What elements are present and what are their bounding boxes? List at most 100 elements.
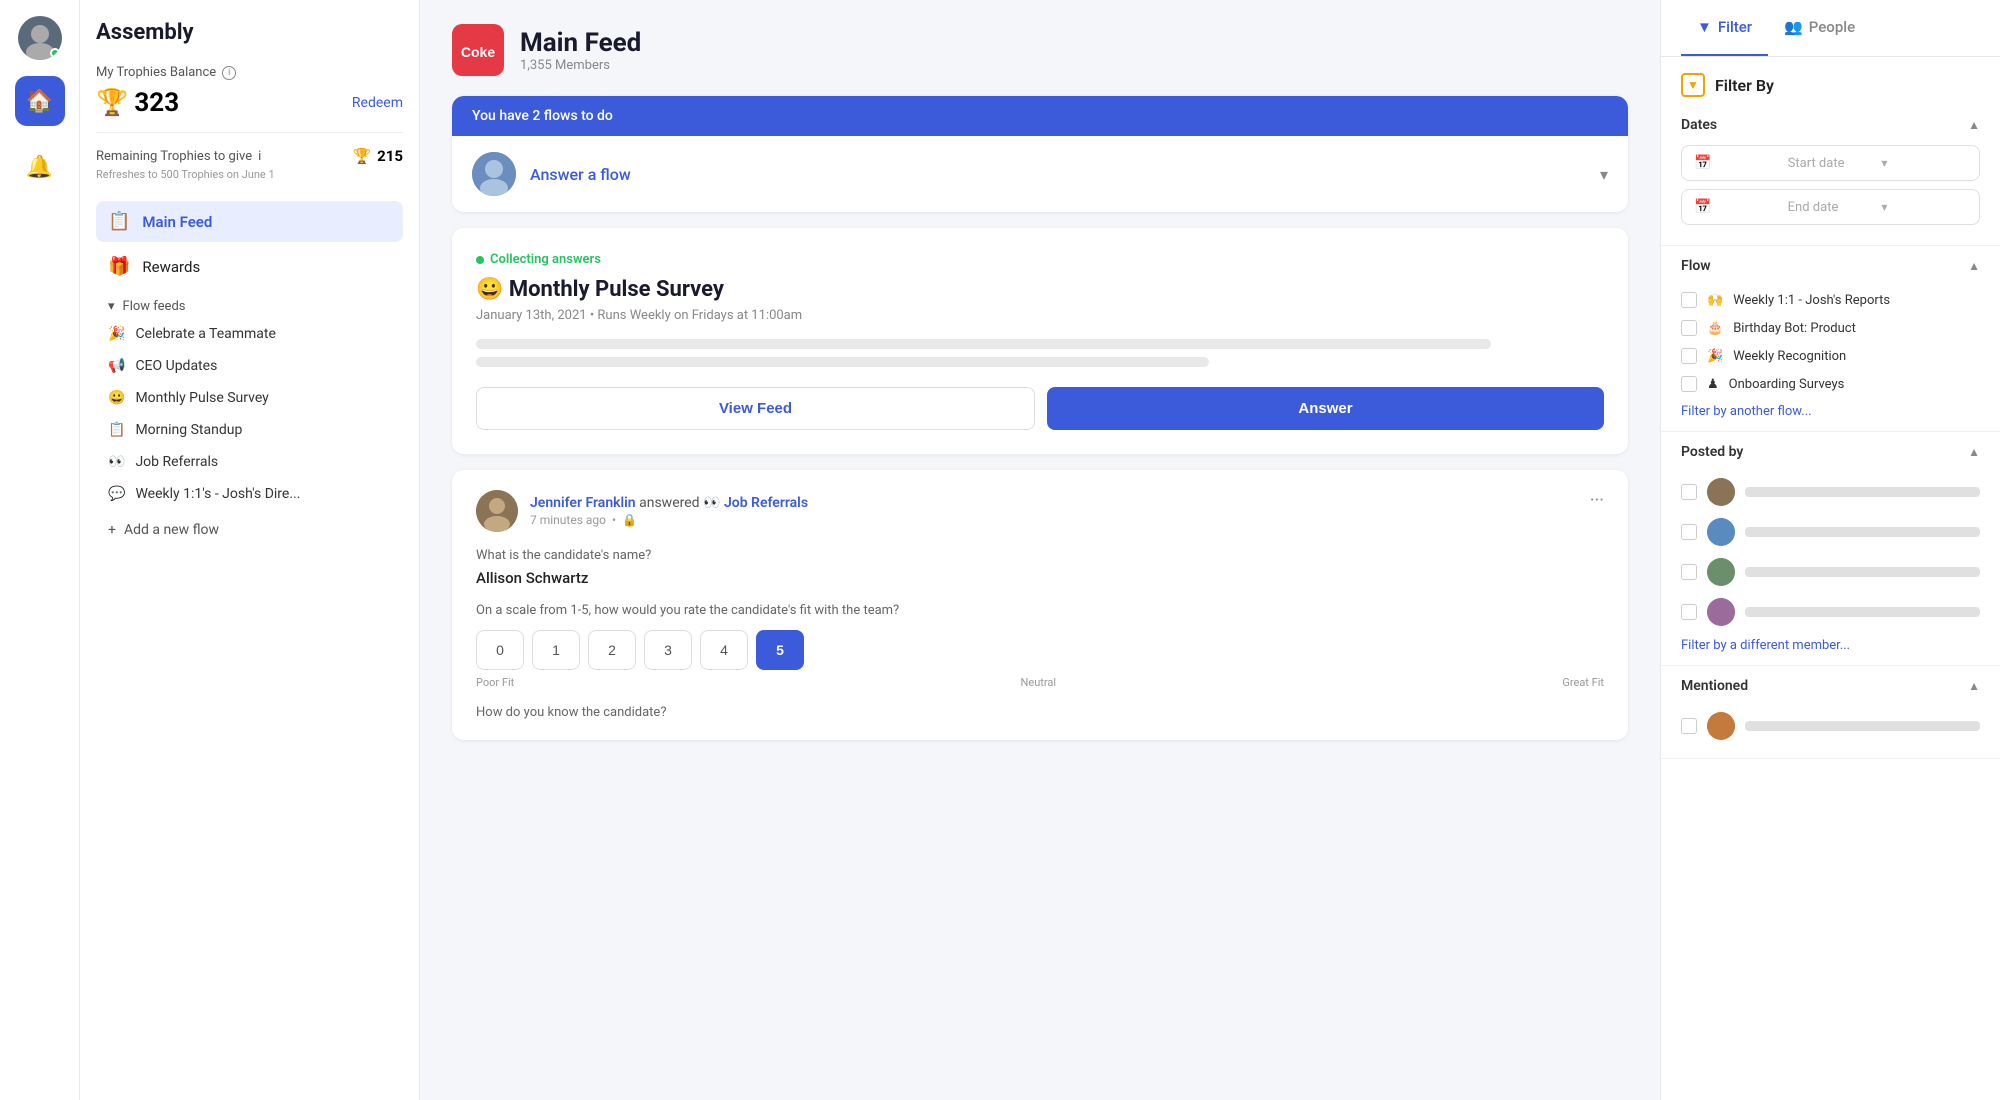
posted-by-person-1[interactable] xyxy=(1681,472,1980,512)
filter-icon: ▼ xyxy=(1697,18,1712,36)
redeem-link[interactable]: Redeem xyxy=(352,95,403,111)
flow-todo-card: You have 2 flows to do Answer a flow ▾ xyxy=(452,96,1628,212)
main-content: Coke Main Feed 1,355 Members You have 2 … xyxy=(420,0,1660,1100)
flow-job-referrals[interactable]: 👀 Job Referrals xyxy=(96,446,403,478)
post-more-button[interactable]: ··· xyxy=(1590,490,1604,511)
person-2-avatar xyxy=(1707,518,1735,546)
nav-main-feed[interactable]: 📋 Main Feed xyxy=(96,201,403,242)
right-panel: ▼ Filter 👥 People ▼ Filter By Dates ▲ 📅 … xyxy=(1660,0,2000,1100)
checkbox-person-2[interactable] xyxy=(1681,524,1697,540)
remaining-info-icon[interactable]: i xyxy=(258,149,261,164)
post-question-1: What is the candidate's name? xyxy=(476,548,1604,563)
mentioned-header: Mentioned ▲ xyxy=(1681,678,1980,694)
chevron-down-icon[interactable]: ▾ xyxy=(1600,165,1608,184)
nav-rewards[interactable]: 🎁 Rewards xyxy=(96,246,403,287)
answer-flow-button[interactable]: Answer a flow xyxy=(530,165,1586,184)
post-question-2: On a scale from 1-5, how would you rate … xyxy=(476,603,1604,618)
person-4-name xyxy=(1745,607,1980,617)
posted-by-person-3[interactable] xyxy=(1681,552,1980,592)
post-question-3: How do you know the candidate? xyxy=(476,705,1604,720)
flow-feeds-header[interactable]: ▾ Flow feeds xyxy=(96,291,403,318)
tab-people[interactable]: 👥 People xyxy=(1768,0,1871,56)
person-3-avatar xyxy=(1707,558,1735,586)
rating-labels: Poor Fit Neutral Great Fit xyxy=(476,676,1604,689)
trophies-balance-row: 🏆 323 Redeem xyxy=(96,88,403,118)
checkbox-person-1[interactable] xyxy=(1681,484,1697,500)
posted-by-person-4[interactable] xyxy=(1681,592,1980,632)
mentioned-collapse-icon[interactable]: ▲ xyxy=(1968,679,1980,693)
post-author-info: Jennifer Franklin answered 👀 Job Referra… xyxy=(530,495,808,527)
mentioned-filter-section: Mentioned ▲ xyxy=(1661,666,2000,759)
rating-btn-3[interactable]: 3 xyxy=(644,630,692,670)
svg-text:Coke: Coke xyxy=(461,44,495,60)
tab-filter[interactable]: ▼ Filter xyxy=(1681,0,1768,56)
posted-by-collapse-icon[interactable]: ▲ xyxy=(1968,445,1980,459)
home-nav-icon[interactable]: 🏠 xyxy=(15,76,65,126)
post-flow-link[interactable]: Job Referrals xyxy=(724,495,808,511)
person-1-avatar xyxy=(1707,478,1735,506)
flow-ceo[interactable]: 📢 CEO Updates xyxy=(96,350,403,382)
user-avatar[interactable] xyxy=(18,16,62,60)
author-name-link[interactable]: Jennifer Franklin xyxy=(530,495,636,511)
feed-header: Coke Main Feed 1,355 Members xyxy=(420,0,1660,96)
flow-filter-weekly11[interactable]: 🙌 Weekly 1:1 - Josh's Reports xyxy=(1681,286,1980,314)
flow-todo-item: Answer a flow ▾ xyxy=(452,136,1628,212)
brand-name: Assembly xyxy=(96,20,403,45)
bell-nav-icon[interactable]: 🔔 xyxy=(15,142,65,192)
icon-bar: 🏠 🔔 xyxy=(0,0,80,1100)
rating-btn-4[interactable]: 4 xyxy=(700,630,748,670)
flow-filter-weekly-recognition[interactable]: 🎉 Weekly Recognition xyxy=(1681,342,1980,370)
add-flow-button[interactable]: + Add a new flow xyxy=(96,514,403,546)
trophies-info-icon[interactable]: i xyxy=(222,66,236,80)
checkbox-birthday[interactable] xyxy=(1681,320,1697,336)
feed-logo: Coke xyxy=(452,24,504,76)
flow-weekly-11[interactable]: 💬 Weekly 1:1's - Josh's Dire... xyxy=(96,478,403,510)
flow-header: Flow ▲ xyxy=(1681,258,1980,274)
checkbox-mentioned-1[interactable] xyxy=(1681,718,1697,734)
view-feed-button[interactable]: View Feed xyxy=(476,387,1035,430)
start-date-input[interactable]: 📅 Start date ▾ xyxy=(1681,145,1980,181)
rating-btn-0[interactable]: 0 xyxy=(476,630,524,670)
end-date-input[interactable]: 📅 End date ▾ xyxy=(1681,189,1980,225)
survey-line-1 xyxy=(476,339,1491,349)
dates-filter-section: Dates ▲ 📅 Start date ▾ 📅 End date ▾ xyxy=(1661,105,2000,246)
trophies-balance-label: My Trophies Balance i xyxy=(96,65,403,80)
remaining-refresh-text: Refreshes to 500 Trophies on June 1 xyxy=(96,168,403,181)
person-2-name xyxy=(1745,527,1980,537)
rating-btn-1[interactable]: 1 xyxy=(532,630,580,670)
filter-another-flow-link[interactable]: Filter by another flow... xyxy=(1681,404,1980,419)
rating-btn-5[interactable]: 5 xyxy=(756,630,804,670)
chevron-down-icon: ▾ xyxy=(108,299,115,314)
flow-filter-birthday[interactable]: 🎂 Birthday Bot: Product xyxy=(1681,314,1980,342)
filter-by-header: ▼ Filter By xyxy=(1661,57,2000,105)
mentioned-person-1[interactable] xyxy=(1681,706,1980,746)
answer-survey-button[interactable]: Answer xyxy=(1047,387,1604,430)
flow-monthly-pulse[interactable]: 😀 Monthly Pulse Survey xyxy=(96,382,403,414)
post-time: 7 minutes ago • 🔒 xyxy=(530,513,808,527)
flow-celebrate[interactable]: 🎉 Celebrate a Teammate xyxy=(96,318,403,350)
right-tabs: ▼ Filter 👥 People xyxy=(1661,0,2000,57)
trophies-count: 🏆 323 xyxy=(96,88,179,118)
chevron-down-icon: ▾ xyxy=(1881,156,1967,170)
remaining-label: Remaining Trophies to give i xyxy=(96,149,261,164)
survey-meta: January 13th, 2021 • Runs Weekly on Frid… xyxy=(476,308,1604,323)
post-action-text: answered xyxy=(639,495,703,511)
checkbox-person-3[interactable] xyxy=(1681,564,1697,580)
trophies-section: My Trophies Balance i 🏆 323 Redeem Remai… xyxy=(96,65,403,181)
posted-by-header: Posted by ▲ xyxy=(1681,444,1980,460)
flow-filter-onboarding[interactable]: ♟ Onboarding Surveys xyxy=(1681,370,1980,398)
filter-different-member-link[interactable]: Filter by a different member... xyxy=(1681,638,1980,653)
rating-btn-2[interactable]: 2 xyxy=(588,630,636,670)
collecting-label: Collecting answers xyxy=(476,252,1604,267)
checkbox-weekly11[interactable] xyxy=(1681,292,1697,308)
checkbox-onboarding[interactable] xyxy=(1681,376,1697,392)
flow-todo-user-avatar xyxy=(472,152,516,196)
flow-morning-standup[interactable]: 📋 Morning Standup xyxy=(96,414,403,446)
checkbox-person-4[interactable] xyxy=(1681,604,1697,620)
posted-by-person-2[interactable] xyxy=(1681,512,1980,552)
flow-collapse-icon[interactable]: ▲ xyxy=(1968,259,1980,273)
posted-by-filter-section: Posted by ▲ xyxy=(1661,432,2000,666)
rating-row: 0 1 2 3 4 5 xyxy=(476,630,1604,670)
dates-collapse-icon[interactable]: ▲ xyxy=(1968,118,1980,132)
checkbox-weekly-recognition[interactable] xyxy=(1681,348,1697,364)
